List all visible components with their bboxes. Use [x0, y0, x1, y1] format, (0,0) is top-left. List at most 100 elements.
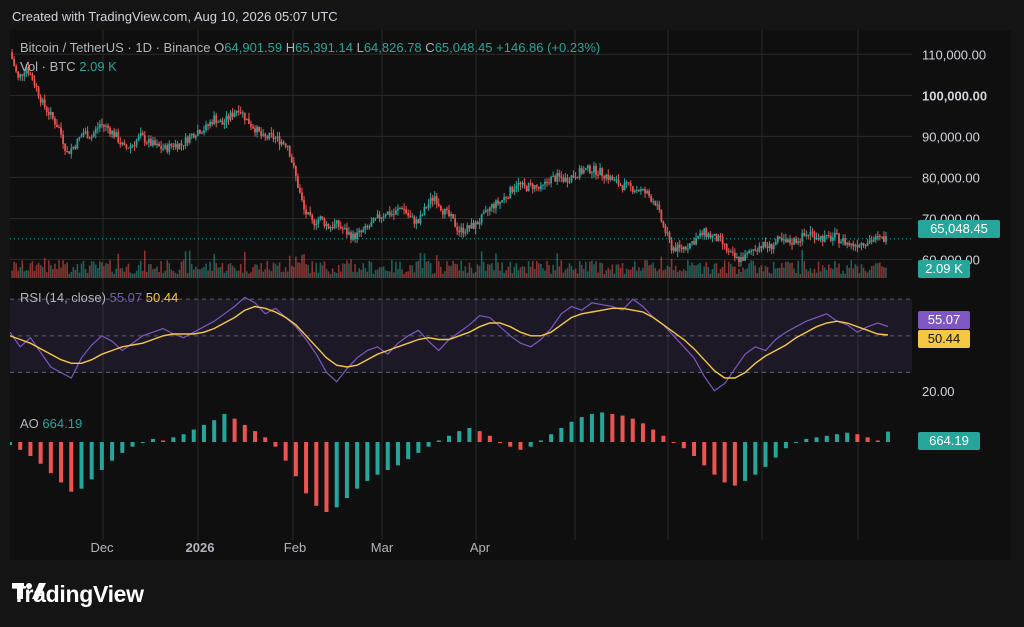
volume-bar [766, 267, 769, 278]
volume-bar [301, 254, 303, 278]
ao-bar [59, 442, 64, 483]
candle-body [836, 232, 838, 234]
tradingview-logo[interactable]: TradingView [12, 581, 144, 608]
volume-bar [742, 267, 744, 278]
time-tick-label: Feb [284, 540, 306, 555]
candle-body [431, 197, 434, 201]
candle-body [305, 209, 307, 215]
volume-bar [546, 261, 548, 278]
candle-body [405, 209, 408, 214]
volume-bar [603, 273, 605, 278]
rsi-legend[interactable]: RSI (14, close) 55.07 50.44 [20, 290, 178, 305]
ao-bar [457, 431, 462, 442]
volume-bar [605, 270, 608, 278]
price-tick-label: 80,000.00 [922, 170, 980, 185]
candle-body [403, 208, 405, 210]
volume-bar [107, 263, 109, 278]
candle-body [635, 189, 638, 191]
candle-body [507, 197, 510, 199]
volume-bar [54, 263, 56, 278]
candle-body [850, 243, 853, 246]
candle-body [642, 189, 644, 191]
volume-bar [319, 262, 322, 278]
candle-body [329, 227, 332, 229]
candle-body [231, 112, 234, 117]
candle-body [194, 135, 197, 138]
volume-bar [84, 268, 87, 278]
candle-body [876, 236, 879, 238]
candle-body [260, 131, 263, 136]
volume-bar [570, 265, 573, 278]
volume-bar [413, 272, 416, 278]
volume-bar [376, 269, 379, 278]
symbol-legend[interactable]: Bitcoin / TetherUS · 1D · Binance O64,90… [20, 40, 600, 55]
candle-body [556, 173, 559, 182]
candle-body [497, 200, 499, 204]
candle-body [121, 142, 124, 145]
volume-bar [362, 263, 365, 278]
ao-bar [242, 424, 247, 442]
candle-body [129, 146, 132, 149]
candle-body [748, 250, 751, 254]
candle-body [539, 185, 542, 189]
candle-body [35, 85, 38, 88]
volume-tag: 2.09 K [918, 260, 970, 278]
candle-body [846, 242, 849, 245]
volume-bar [601, 263, 603, 278]
candle-body [558, 173, 561, 177]
volume-bar [519, 267, 522, 278]
volume-bar [305, 264, 307, 278]
candle-body [429, 197, 432, 204]
volume-bar [680, 271, 683, 278]
volume-bar [101, 262, 103, 278]
candle-body [309, 212, 312, 216]
volume-legend[interactable]: Vol · BTC 2.09 K [20, 59, 117, 74]
candle-body [425, 206, 428, 208]
volume-bar [660, 256, 663, 278]
candle-body [284, 143, 287, 147]
volume-bar [466, 272, 469, 278]
volume-bar [323, 261, 326, 278]
volume-bar [442, 273, 444, 278]
volume-bar [864, 270, 867, 278]
candle-body [611, 176, 614, 181]
volume-bar [64, 264, 66, 278]
volume-bar [76, 263, 79, 278]
ao-bar [181, 434, 186, 442]
candle-body [488, 207, 491, 212]
candle-body [772, 245, 775, 250]
candle-body [648, 191, 651, 196]
volume-bar [591, 260, 593, 278]
volume-bar [634, 261, 636, 278]
candle-body [221, 120, 224, 125]
candle-body [656, 204, 659, 206]
candle-body [225, 115, 228, 123]
candle-body [801, 233, 804, 242]
volume-bar [778, 267, 781, 278]
candle-body [493, 204, 495, 209]
ao-bar [201, 424, 206, 442]
volume-bar [460, 260, 463, 278]
ao-bar [702, 442, 707, 466]
candle-body [738, 257, 740, 263]
candle-body [680, 247, 683, 250]
volume-bar [47, 260, 50, 278]
volume-bar [374, 269, 377, 278]
volume-bar [241, 272, 244, 278]
volume-bar [192, 269, 195, 278]
candle-body [274, 137, 277, 139]
ao-bar [579, 417, 584, 442]
volume-bar [670, 258, 673, 278]
candle-body [219, 120, 222, 122]
candle-body [211, 122, 214, 125]
ao-bar [10, 442, 12, 446]
volume-bar [564, 269, 567, 278]
candle-body [699, 232, 702, 237]
candle-body [484, 210, 487, 213]
ao-bar [232, 418, 237, 442]
ao-legend[interactable]: AO 664.19 [20, 416, 82, 431]
price-tick-label: 110,000.00 [922, 47, 986, 62]
ao-bar [365, 442, 370, 481]
volume-bar [458, 270, 461, 278]
volume-bar [876, 263, 879, 278]
